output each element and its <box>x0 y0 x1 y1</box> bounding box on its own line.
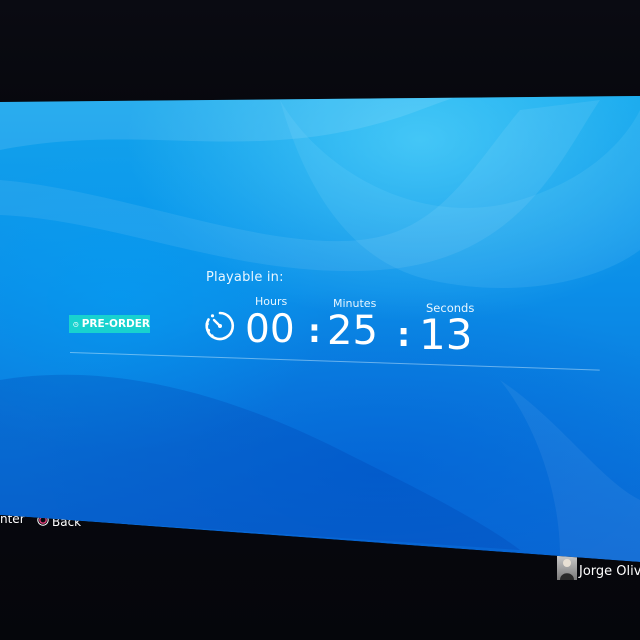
user-name: Jorge Oliv <box>579 564 640 579</box>
preorder-badge: PRE-ORDER <box>69 315 150 333</box>
minutes-seconds-separator: : <box>397 315 411 354</box>
clock-icon <box>73 321 79 327</box>
minutes-value: 25 <box>327 308 378 354</box>
avatar[interactable] <box>557 556 577 580</box>
hours-value: 00 <box>245 307 295 352</box>
seconds-value: 13 <box>419 310 473 359</box>
playable-in-label: Playable in: <box>206 270 284 285</box>
avatar-figure <box>560 559 574 580</box>
tv-bezel <box>0 0 640 110</box>
tv-photo: Playable in: PRE-ORDER Hours 00 : Minute… <box>0 0 640 640</box>
hours-minutes-separator: : <box>308 312 321 350</box>
preorder-label: PRE-ORDER <box>81 318 150 330</box>
stopwatch-icon <box>205 311 235 341</box>
